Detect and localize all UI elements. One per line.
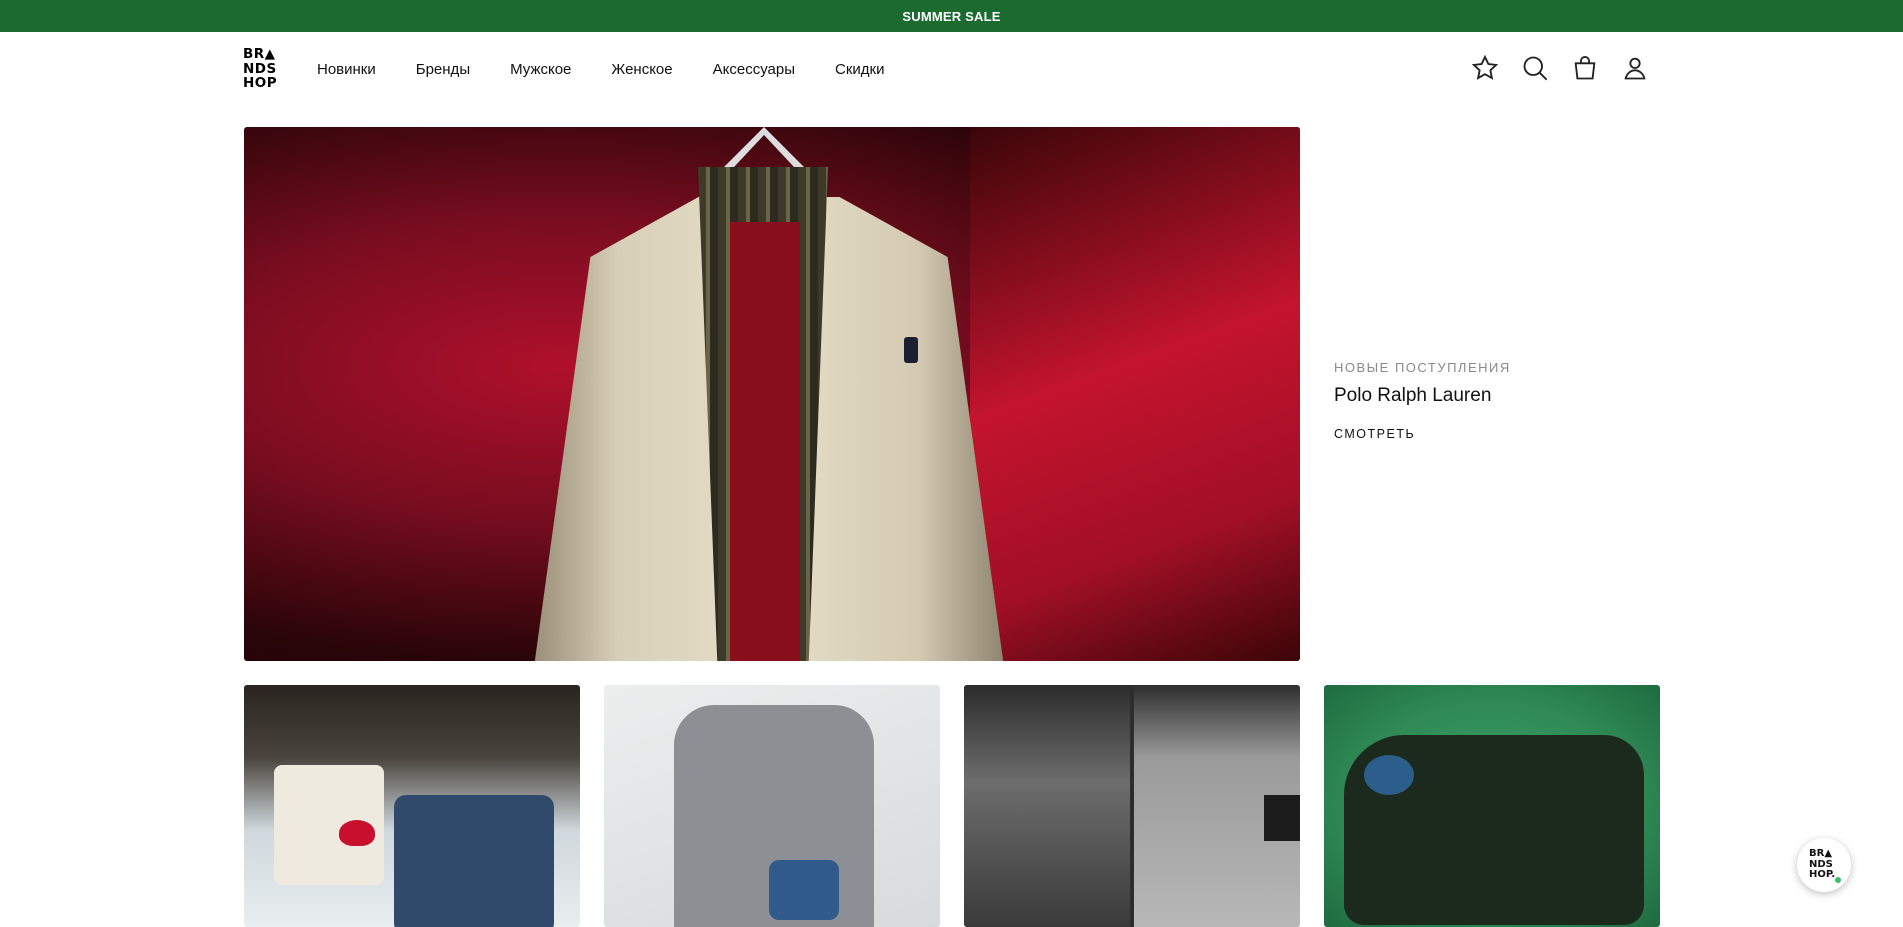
site-header: BR▲ NDS HOP Новинки Бренды Мужское Женск…: [0, 32, 1903, 106]
product-cards: [244, 685, 1684, 927]
hanger: [724, 127, 804, 167]
insole-logo-icon: [1364, 755, 1414, 795]
nav-men[interactable]: Мужское: [510, 61, 571, 78]
polo-logo-icon: [904, 337, 918, 363]
online-indicator-icon: [1835, 877, 1841, 883]
red-tee: [730, 222, 800, 661]
logo-line: BR▲: [243, 46, 276, 62]
dark-garment: [964, 685, 1130, 927]
logo-line: NDS: [243, 60, 277, 77]
blue-pouch: [769, 860, 839, 920]
hero-image[interactable]: [244, 127, 1300, 661]
user-icon[interactable]: [1620, 53, 1650, 83]
main-nav: Новинки Бренды Мужское Женское Аксессуар…: [317, 32, 924, 106]
nav-accessories[interactable]: Аксессуары: [713, 61, 795, 78]
site-logo[interactable]: BR▲ NDS HOP: [243, 47, 283, 91]
promo-bar[interactable]: SUMMER SALE: [0, 0, 1903, 32]
hero-cta-link[interactable]: СМОТРЕТЬ: [1334, 427, 1415, 441]
bag-icon[interactable]: [1570, 53, 1600, 83]
search-icon[interactable]: [1520, 53, 1550, 83]
blue-sneaker: [394, 795, 554, 927]
logo-line: HOP: [243, 75, 278, 91]
card-hoodie[interactable]: [604, 685, 940, 927]
star-icon[interactable]: [1470, 53, 1500, 83]
hero-kicker: НОВЫЕ ПОСТУПЛЕНИЯ: [1334, 360, 1511, 375]
nav-sale[interactable]: Скидки: [835, 61, 884, 78]
nav-women[interactable]: Женское: [611, 61, 672, 78]
nav-new[interactable]: Новинки: [317, 61, 376, 78]
patch-icon: [1264, 795, 1300, 841]
header-icons: [1470, 53, 1670, 83]
hero-caption: НОВЫЕ ПОСТУПЛЕНИЯ Polo Ralph Lauren СМОТ…: [1334, 360, 1511, 443]
heart-logo-icon: [339, 820, 375, 846]
promo-text: SUMMER SALE: [902, 8, 1001, 24]
hero-background: [970, 127, 1300, 661]
card-running-shoes[interactable]: [1324, 685, 1660, 927]
card-cp-company[interactable]: [964, 685, 1300, 927]
chat-button[interactable]: BR▲ NDS HOP.: [1797, 838, 1851, 892]
chat-logo: BR▲ NDS HOP.: [1809, 849, 1839, 881]
hero-title: Polo Ralph Lauren: [1334, 385, 1492, 406]
nav-brands[interactable]: Бренды: [416, 61, 470, 78]
card-sneakers-cdg[interactable]: [244, 685, 580, 927]
